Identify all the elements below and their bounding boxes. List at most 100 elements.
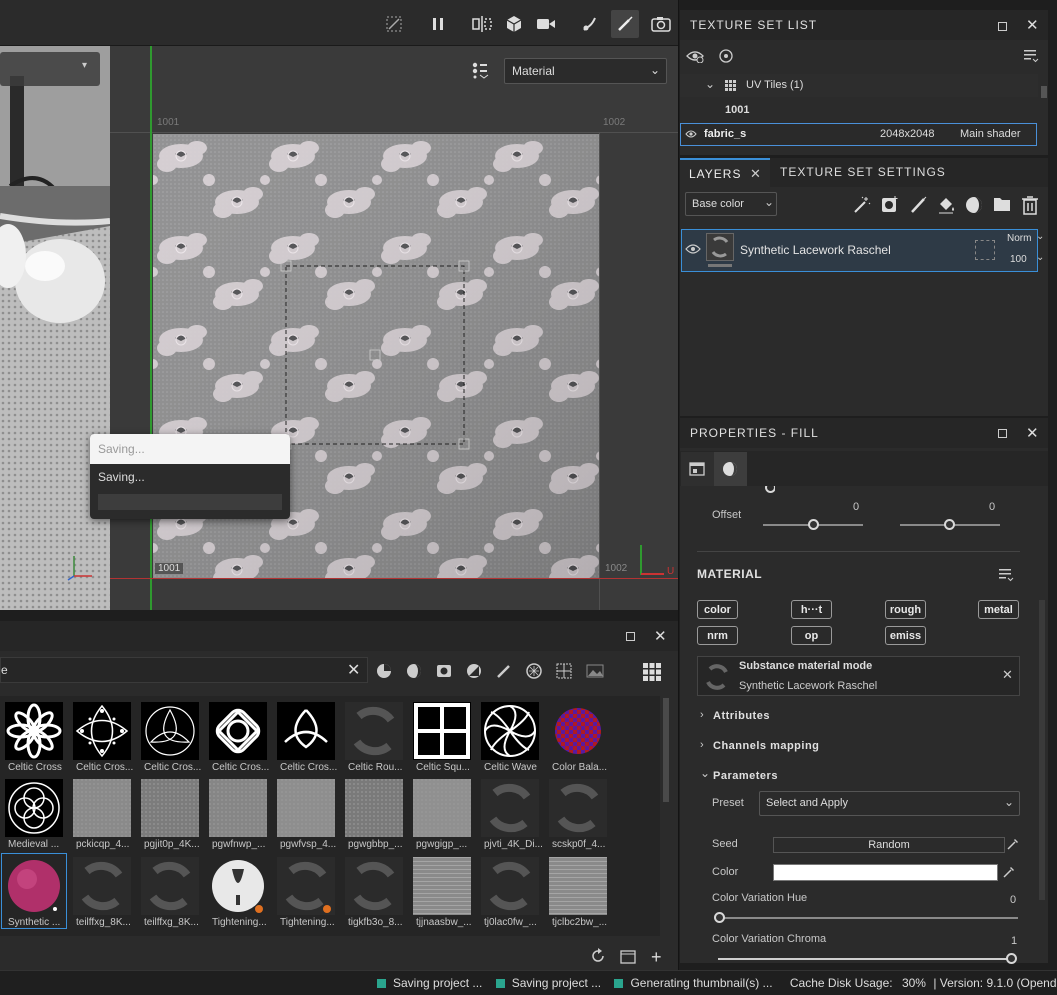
shelf-thumbnail[interactable]	[413, 857, 471, 915]
add-mask-icon[interactable]	[880, 195, 900, 215]
eyedropper-icon[interactable]	[1003, 866, 1015, 878]
brush-stroke-icon[interactable]	[579, 13, 601, 35]
visibility-toggle-icon[interactable]	[686, 49, 704, 63]
channel-roughness[interactable]: rough	[885, 600, 926, 619]
chevron-down-icon[interactable]: ▾	[82, 60, 87, 71]
blend-mode[interactable]: Norm	[1007, 233, 1031, 244]
shelf-thumbnail[interactable]	[141, 702, 199, 760]
tab-texture-set-settings[interactable]: TEXTURE SET SETTINGS	[780, 165, 946, 179]
channel-metallic[interactable]: metal	[978, 600, 1019, 619]
offset-y-knob[interactable]	[944, 519, 955, 530]
display-settings-icon[interactable]	[471, 61, 489, 79]
refresh-icon[interactable]	[590, 948, 606, 964]
shelf-thumbnail[interactable]	[345, 779, 403, 837]
close-icon[interactable]: ✕	[750, 166, 761, 182]
float-panel-icon[interactable]	[998, 429, 1007, 438]
eyedropper-icon[interactable]	[1007, 838, 1019, 850]
delete-icon[interactable]	[1021, 195, 1039, 215]
seed-random-button[interactable]: Random	[773, 837, 1005, 853]
shelf-thumbnail[interactable]	[345, 857, 403, 915]
color-variation-hue-value[interactable]: 0	[1010, 894, 1016, 906]
channels-mapping-toggle[interactable]: Channels mapping	[713, 740, 819, 752]
chevron-right-icon[interactable]: ›	[700, 739, 704, 751]
offset-x-knob[interactable]	[808, 519, 819, 530]
shelf-thumbnail[interactable]	[5, 702, 63, 760]
channel-height[interactable]: h···t	[791, 600, 832, 619]
viewport-mode-select[interactable]: Material ⌄	[504, 58, 667, 84]
material-menu-icon[interactable]	[998, 568, 1014, 582]
chroma-slider[interactable]	[718, 958, 1014, 960]
shelf-thumbnail[interactable]	[277, 857, 335, 915]
clear-search-icon[interactable]: ✕	[347, 660, 360, 680]
shelf-thumbnail[interactable]	[549, 702, 607, 760]
shelf-thumbnail[interactable]	[481, 702, 539, 760]
eye-icon[interactable]	[718, 49, 734, 63]
shelf-search-input[interactable]: e	[0, 657, 368, 683]
shelf-thumbnail[interactable]	[413, 702, 471, 760]
filter-masks-icon[interactable]	[436, 663, 452, 679]
shelf-thumbnail[interactable]	[345, 702, 403, 760]
hue-slider[interactable]	[718, 917, 1018, 919]
offset-x-value[interactable]: 0	[853, 501, 859, 513]
properties-scrollbar[interactable]	[1039, 600, 1045, 900]
offset-y-value[interactable]: 0	[989, 501, 995, 513]
list-menu-icon[interactable]	[1023, 49, 1039, 63]
channel-opacity[interactable]: op	[791, 626, 832, 645]
chevron-down-icon[interactable]: ⌄	[1036, 231, 1044, 242]
open-folder-icon[interactable]	[620, 948, 636, 964]
paint-layer-icon[interactable]	[909, 195, 929, 215]
channel-normal[interactable]: nrm	[697, 626, 738, 645]
camera-icon[interactable]	[535, 13, 557, 35]
tab-material[interactable]	[714, 452, 747, 486]
layer-opacity[interactable]: 100	[1010, 254, 1027, 265]
shelf-thumbnail[interactable]	[141, 779, 199, 837]
hue-slider-knob[interactable]	[714, 912, 725, 923]
shelf-thumbnail[interactable]	[277, 779, 335, 837]
chevron-down-icon[interactable]: ⌄	[1036, 252, 1044, 263]
layer-row[interactable]: Synthetic Lacework Raschel Norm ⌄ 100 ⌄	[681, 229, 1044, 272]
filter-brushes-icon[interactable]	[496, 663, 512, 679]
grid-view-icon[interactable]	[643, 663, 661, 681]
channel-emissive[interactable]: emiss	[885, 626, 926, 645]
screenshot-camera-icon[interactable]	[650, 13, 672, 35]
shelf-thumbnail[interactable]	[5, 779, 63, 837]
color-variation-chroma-value[interactable]: 1	[1011, 935, 1017, 947]
close-icon[interactable]: ✕	[1026, 424, 1039, 442]
shelf-thumbnail[interactable]	[549, 779, 607, 837]
viewport-3d[interactable]: ▾	[0, 46, 110, 610]
tab-layers[interactable]: LAYERS ✕	[680, 158, 770, 187]
filter-smart-materials-icon[interactable]	[406, 663, 422, 679]
filter-alphas-icon[interactable]	[556, 663, 572, 679]
texture-set-row[interactable]: fabric_s 2048x2048 Main shader	[680, 123, 1037, 146]
shelf-scrollbar[interactable]	[663, 698, 669, 802]
magic-wand-icon[interactable]	[852, 195, 872, 215]
chroma-slider-knob[interactable]	[1006, 953, 1017, 964]
shelf-thumbnail[interactable]	[141, 857, 199, 915]
close-icon[interactable]: ✕	[1026, 16, 1039, 34]
filter-filters-icon[interactable]	[466, 663, 482, 679]
attributes-toggle[interactable]: Attributes	[713, 710, 770, 722]
smart-material-icon[interactable]	[964, 195, 984, 215]
shelf-thumbnail[interactable]	[277, 702, 335, 760]
chevron-right-icon[interactable]: ›	[700, 709, 704, 721]
close-icon[interactable]: ✕	[654, 627, 667, 645]
shelf-thumbnail[interactable]	[209, 702, 267, 760]
layer-mask-slot[interactable]	[975, 240, 995, 260]
preset-select[interactable]: Select and Apply ⌄	[759, 791, 1020, 816]
pause-icon[interactable]	[427, 13, 449, 35]
shelf-thumbnail[interactable]	[413, 779, 471, 837]
filter-environments-icon[interactable]	[586, 663, 604, 679]
eye-icon[interactable]	[685, 243, 701, 255]
filter-materials-icon[interactable]	[376, 663, 392, 679]
channel-color[interactable]: color	[697, 600, 738, 619]
shelf-thumbnail[interactable]	[73, 779, 131, 837]
shelf-thumbnail[interactable]	[73, 702, 131, 760]
shelf-thumbnail[interactable]	[209, 779, 267, 837]
filter-textures-icon[interactable]	[526, 663, 542, 679]
slider-knob-partial[interactable]	[765, 486, 775, 494]
fill-layer-icon[interactable]	[936, 195, 956, 215]
paint-brush-icon[interactable]	[611, 10, 639, 38]
add-icon[interactable]: +	[651, 947, 662, 968]
uv-tiles-group[interactable]: ⌄ UV Tiles (1)	[680, 74, 1038, 97]
shelf-thumbnail[interactable]	[209, 857, 267, 915]
